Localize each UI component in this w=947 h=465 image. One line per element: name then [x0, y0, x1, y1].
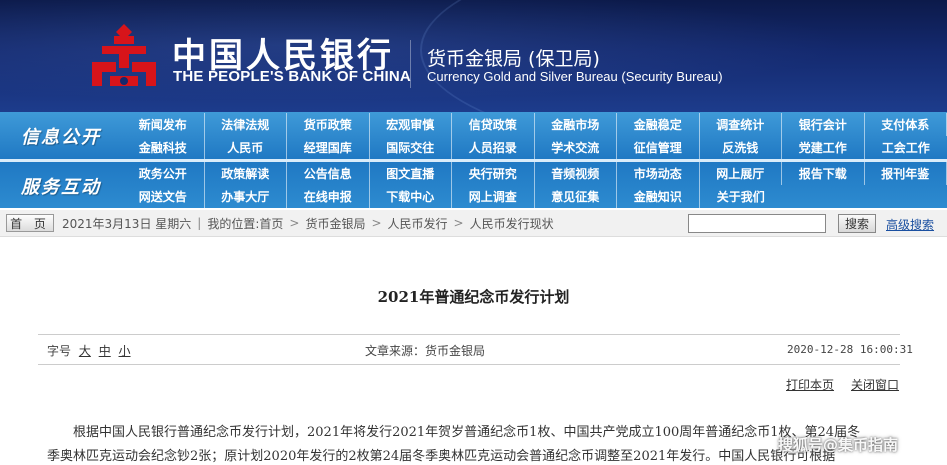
nav-item[interactable]: 反洗钱 — [700, 136, 782, 159]
bureau-name-en: Currency Gold and Silver Bureau (Securit… — [427, 69, 723, 84]
nav-section-info-label: 信息公开 — [21, 126, 101, 148]
nav-item[interactable]: 人民币 — [205, 136, 287, 159]
nav-item[interactable]: 调查统计 — [700, 113, 782, 136]
breadcrumb-separator: > — [371, 216, 382, 230]
breadcrumb-item-issuance[interactable]: 人民币发行 — [388, 215, 448, 232]
header-divider — [410, 40, 411, 88]
nav-item[interactable]: 法律法规 — [205, 113, 287, 136]
article-source: 文章来源：货币金银局 — [365, 344, 486, 358]
watermark-text: 搜狐号@集币指南 — [778, 436, 899, 454]
nav-item[interactable]: 金融知识 — [617, 185, 700, 208]
nav-item[interactable]: 关于我们 — [700, 185, 783, 208]
nav-item[interactable]: 人员招录 — [452, 136, 535, 159]
advanced-search-link[interactable]: 高级搜索 — [886, 216, 934, 233]
nav-item[interactable]: 音频视频 — [535, 162, 617, 185]
nav-item[interactable]: 央行研究 — [452, 162, 535, 185]
nav-item[interactable]: 学术交流 — [535, 136, 617, 159]
location-label: 我的位置: — [207, 216, 260, 231]
article-datetime: 2020-12-28 16:00:31 — [787, 343, 913, 356]
nav-section-service: 政务公开 政策解读 公告信息 图文直播 央行研究 音频视频 市场动态 网上展厅 … — [122, 162, 947, 208]
pboc-logo-icon — [92, 24, 156, 86]
nav-item[interactable]: 党建工作 — [782, 136, 865, 159]
breadcrumb-item-home[interactable]: 首页 — [259, 215, 283, 232]
print-page-link[interactable]: 打印本页 — [786, 376, 834, 393]
breadcrumb-item-status[interactable]: 人民币发行现状 — [470, 215, 554, 232]
nav-item[interactable]: 在线申报 — [287, 185, 370, 208]
meta-divider — [38, 364, 900, 365]
nav-item[interactable]: 报告下载 — [782, 162, 865, 185]
current-date: 2021年3月13日 星期六 — [62, 216, 192, 231]
bureau-name-cn: 货币金银局 (保卫局) — [427, 48, 600, 70]
close-window-link[interactable]: 关闭窗口 — [851, 376, 899, 393]
breadcrumb-item-bureau[interactable]: 货币金银局 — [305, 215, 365, 232]
nav-item[interactable]: 下载中心 — [370, 185, 452, 208]
breadcrumb-separator: > — [289, 216, 300, 230]
nav-item[interactable]: 市场动态 — [617, 162, 700, 185]
bank-name-en: THE PEOPLE'S BANK OF CHINA — [173, 68, 411, 85]
font-size-small[interactable]: 小 — [119, 344, 131, 358]
nav-item[interactable]: 金融稳定 — [617, 113, 700, 136]
nav-item[interactable]: 网送文告 — [122, 185, 205, 208]
nav-item[interactable]: 政务公开 — [122, 162, 205, 185]
font-size-large[interactable]: 大 — [79, 344, 91, 358]
nav-item[interactable]: 工会工作 — [865, 136, 947, 159]
nav-item[interactable]: 网上展厅 — [700, 162, 782, 185]
nav-item[interactable]: 意见征集 — [535, 185, 617, 208]
home-button[interactable]: 首 页 — [6, 214, 54, 232]
nav-item[interactable]: 货币政策 — [287, 113, 370, 136]
font-size-medium[interactable]: 中 — [99, 344, 111, 358]
font-size-label: 字号 — [47, 344, 72, 358]
nav-item[interactable]: 信贷政策 — [452, 113, 535, 136]
nav-section-info: 新闻发布 法律法规 货币政策 宏观审慎 信贷政策 金融市场 金融稳定 调查统计 … — [122, 113, 947, 159]
nav-item[interactable]: 政策解读 — [205, 162, 287, 185]
nav-item[interactable]: 支付体系 — [865, 113, 947, 136]
nav-item[interactable]: 公告信息 — [287, 162, 370, 185]
search-input[interactable] — [688, 214, 826, 233]
main-nav: 信息公开 新闻发布 法律法规 货币政策 宏观审慎 信贷政策 金融市场 金融稳定 … — [0, 112, 947, 208]
nav-item[interactable]: 银行会计 — [782, 113, 865, 136]
nav-item[interactable]: 办事大厅 — [205, 185, 287, 208]
nav-item[interactable]: 经理国库 — [287, 136, 370, 159]
title-divider — [38, 334, 900, 335]
article-title: 2021年普通纪念币发行计划 — [377, 288, 570, 306]
header-banner: 中国人民银行 THE PEOPLE'S BANK OF CHINA 货币金银局 … — [0, 0, 947, 112]
nav-item[interactable]: 新闻发布 — [122, 113, 205, 136]
nav-item[interactable]: 征信管理 — [617, 136, 700, 159]
nav-item[interactable]: 报刊年鉴 — [865, 162, 947, 185]
breadcrumb-bar: 首 页 2021年3月13日 星期六 | 我的位置: 首页 > 货币金银局 > … — [0, 210, 947, 237]
nav-item[interactable]: 图文直播 — [370, 162, 452, 185]
nav-item[interactable]: 网上调查 — [452, 185, 535, 208]
nav-item[interactable]: 宏观审慎 — [370, 113, 452, 136]
search-button[interactable]: 搜索 — [838, 214, 876, 233]
nav-item[interactable]: 金融科技 — [122, 136, 205, 159]
nav-item[interactable]: 国际交往 — [370, 136, 452, 159]
breadcrumb-separator: > — [453, 216, 464, 230]
nav-item[interactable]: 金融市场 — [535, 113, 617, 136]
font-size-controls: 字号 大 中 小 — [47, 342, 131, 359]
crumb-divider: | — [197, 216, 202, 230]
nav-section-service-label: 服务互动 — [21, 176, 101, 198]
